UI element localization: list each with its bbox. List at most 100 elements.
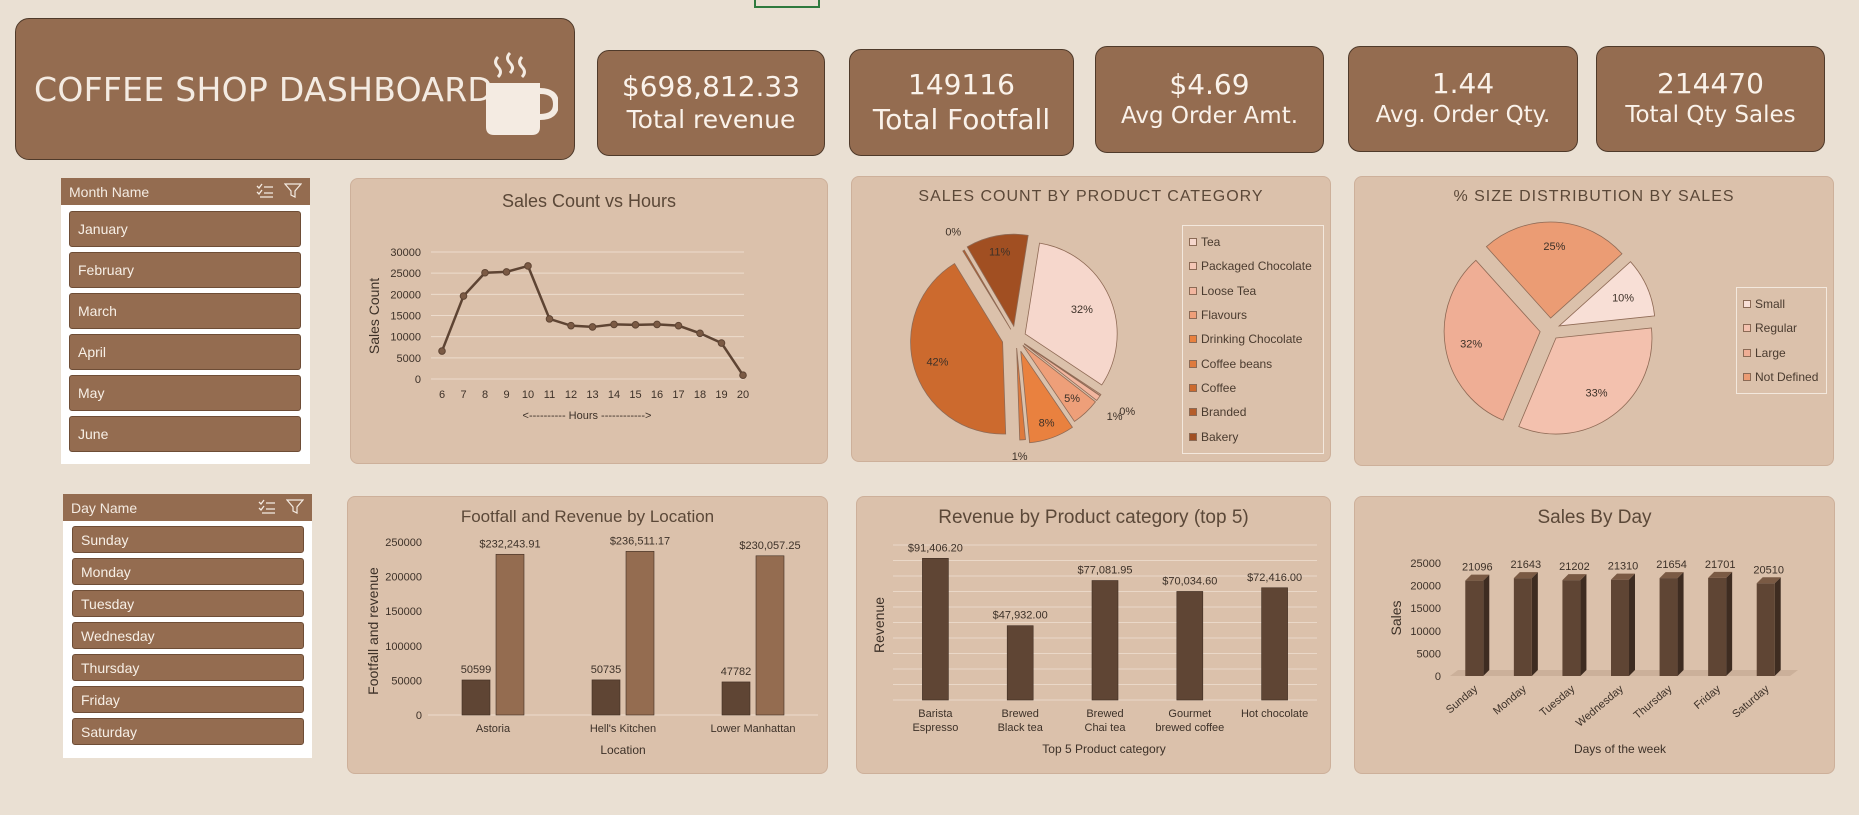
- kpi-avg-order-amt: $4.69 Avg Order Amt.: [1095, 46, 1324, 153]
- bar: [1513, 578, 1532, 676]
- data-label: 21654: [1656, 559, 1687, 571]
- data-point: [502, 268, 511, 276]
- slicer-item-june[interactable]: June: [69, 416, 301, 452]
- bar-side: [1580, 574, 1587, 676]
- pie-slice: [910, 263, 1007, 435]
- category-legend: Tea Packaged Chocolate Loose Tea Flavours Dr…: [1182, 225, 1324, 454]
- bar: [1756, 583, 1775, 676]
- multi-select-icon[interactable]: [256, 183, 274, 199]
- kpi-label: Total Footfall: [872, 102, 1051, 136]
- slicer-item-label: Tuesday: [81, 595, 135, 612]
- legend-label: Small: [1755, 297, 1786, 312]
- bar: [1006, 625, 1034, 701]
- slicer-item-monday[interactable]: Monday: [72, 558, 304, 585]
- slicer-item-april[interactable]: April: [69, 334, 301, 370]
- kpi-value: $4.69: [1169, 67, 1250, 101]
- x-tick-label: Thursday: [1632, 683, 1675, 722]
- data-label: $91,406.20: [908, 542, 963, 554]
- selected-cell-indicator: [754, 0, 820, 8]
- x-axis-label: <---------- Hours ------------>: [523, 410, 652, 422]
- slicer-item-tuesday[interactable]: Tuesday: [72, 590, 304, 617]
- slicer-item-wednesday[interactable]: Wednesday: [72, 622, 304, 649]
- slicer-item-friday[interactable]: Friday: [72, 686, 304, 713]
- legend-swatch: [1189, 311, 1197, 320]
- slice-label: 5%: [1064, 393, 1080, 405]
- x-axis-label: Days of the week: [1574, 742, 1667, 756]
- clear-filter-icon[interactable]: [286, 499, 304, 515]
- hours-chart-panel: Sales Count vs Hours 0 5000 10000 15000 2000…: [350, 178, 828, 464]
- x-tick-label: 16: [651, 389, 663, 401]
- series-line: [440, 264, 745, 376]
- y-tick-label: 5000: [1417, 648, 1441, 660]
- legend-item: Packaged Chocolate: [1189, 254, 1317, 278]
- slicer-item-label: Monday: [81, 563, 131, 580]
- legend-swatch: [1189, 238, 1197, 247]
- x-tick-label: Monday: [1491, 683, 1529, 718]
- location-bar-panel: Footfall and Revenue by Location 0 50000 1…: [347, 496, 828, 774]
- data-label: 21202: [1559, 561, 1590, 573]
- bar: [1091, 580, 1119, 701]
- kpi-value: 1.44: [1431, 67, 1495, 101]
- legend-label: Large: [1755, 345, 1786, 360]
- day-bar-panel: Sales By Day 0 5000 10000 15000 20000 25000 21…: [1354, 496, 1835, 774]
- x-tick-label: 9: [503, 389, 509, 401]
- data-point: [524, 262, 532, 270]
- bar: [625, 551, 655, 716]
- x-tick-label: Brewed Black tea: [998, 708, 1044, 734]
- slice-label: 32%: [1460, 338, 1482, 350]
- data-point: [717, 339, 726, 347]
- y-tick-label: 10000: [390, 332, 421, 344]
- kpi-label: Total Qty Sales: [1625, 102, 1796, 129]
- y-tick-label: 5000: [397, 353, 421, 365]
- kpi-total-qty-sales: 214470 Total Qty Sales: [1596, 46, 1825, 152]
- kpi-value: 214470: [1657, 67, 1764, 101]
- x-tick-label: Sunday: [1444, 683, 1481, 716]
- y-tick-label: 150000: [385, 606, 422, 618]
- slice-label: 8%: [1039, 418, 1055, 430]
- x-tick-label: Saturday: [1730, 683, 1772, 721]
- pie-slice: [1518, 327, 1653, 435]
- x-axis-label: Location: [600, 743, 645, 757]
- slicer-item-march[interactable]: March: [69, 293, 301, 329]
- slicer-item-may[interactable]: May: [69, 375, 301, 411]
- legend-item: Bakery: [1189, 424, 1317, 448]
- bar: [1562, 580, 1581, 676]
- slicer-item-january[interactable]: January: [69, 211, 301, 247]
- slicer-item-label: May: [78, 385, 105, 401]
- slicer-item-thursday[interactable]: Thursday: [72, 654, 304, 681]
- legend-swatch: [1189, 383, 1197, 392]
- bar: [461, 679, 491, 716]
- slicer-item-label: Saturday: [81, 723, 138, 740]
- y-tick-label: 100000: [385, 641, 422, 653]
- multi-select-icon[interactable]: [258, 499, 276, 515]
- data-label: $47,932.00: [993, 610, 1048, 622]
- day-slicer-header: Day Name: [63, 494, 312, 521]
- kpi-label: Total revenue: [626, 105, 796, 135]
- bar: [721, 681, 751, 716]
- month-slicer-title: Month Name: [69, 183, 150, 200]
- legend-item: Coffee beans: [1189, 351, 1317, 375]
- slice-label: 25%: [1543, 241, 1565, 253]
- bar: [922, 558, 949, 701]
- legend-swatch: [1189, 432, 1197, 441]
- day-bar-chart: 0 5000 10000 15000 20000 25000 21096 Sunday 2164…: [1388, 558, 1798, 756]
- y-axis-label: Sales: [1388, 600, 1404, 635]
- data-label: $236,511.17: [610, 535, 670, 547]
- x-tick-label: Friday: [1692, 683, 1724, 712]
- legend-label: Loose Tea: [1201, 283, 1257, 298]
- data-point: [481, 268, 489, 277]
- legend-swatch: [1189, 286, 1197, 295]
- data-point: [438, 347, 446, 355]
- clear-filter-icon[interactable]: [284, 183, 302, 199]
- slicer-item-february[interactable]: February: [69, 252, 301, 288]
- dashboard-title: COFFEE SHOP DASHBOARD: [34, 69, 494, 109]
- legend-swatch: [1743, 373, 1751, 382]
- kpi-avg-order-qty: 1.44 Avg. Order Qty.: [1348, 46, 1578, 152]
- slicer-item-saturday[interactable]: Saturday: [72, 718, 304, 745]
- y-tick-label: 20000: [1410, 581, 1441, 593]
- slice-label: 33%: [1585, 388, 1607, 400]
- x-tick-label: 19: [715, 389, 727, 401]
- slicer-item-label: March: [78, 303, 117, 319]
- y-tick-label: 0: [1435, 671, 1441, 683]
- slicer-item-sunday[interactable]: Sunday: [72, 526, 304, 553]
